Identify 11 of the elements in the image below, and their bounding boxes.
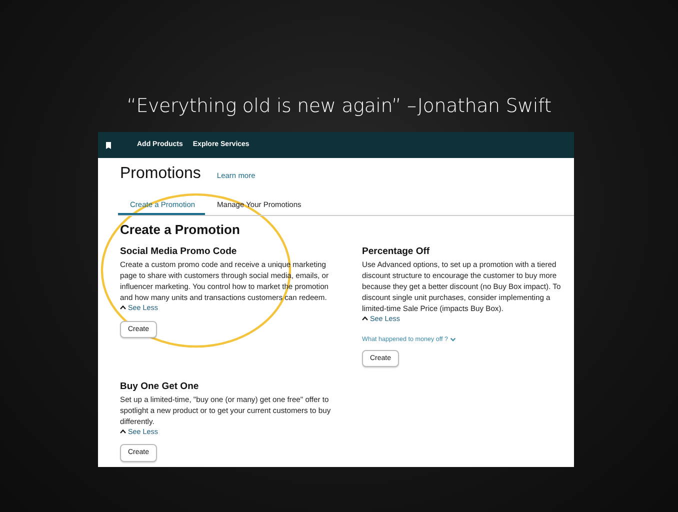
- caret-down-icon: [450, 337, 456, 342]
- page-title: Promotions: [120, 164, 201, 184]
- caret-up-icon: [362, 316, 368, 322]
- caret-up-icon: [120, 305, 126, 310]
- quote-text: “Everything old is new again” –Jonathan Swift: [126, 94, 552, 119]
- card-title: Percentage Off: [362, 246, 431, 258]
- section-title: Create a Promotion: [120, 222, 241, 238]
- card-title: Buy One Get One: [120, 380, 200, 392]
- caret-up-icon: [120, 429, 126, 434]
- bookmark-icon[interactable]: [106, 142, 111, 148]
- card-title: Social Media Promo Code: [120, 246, 238, 258]
